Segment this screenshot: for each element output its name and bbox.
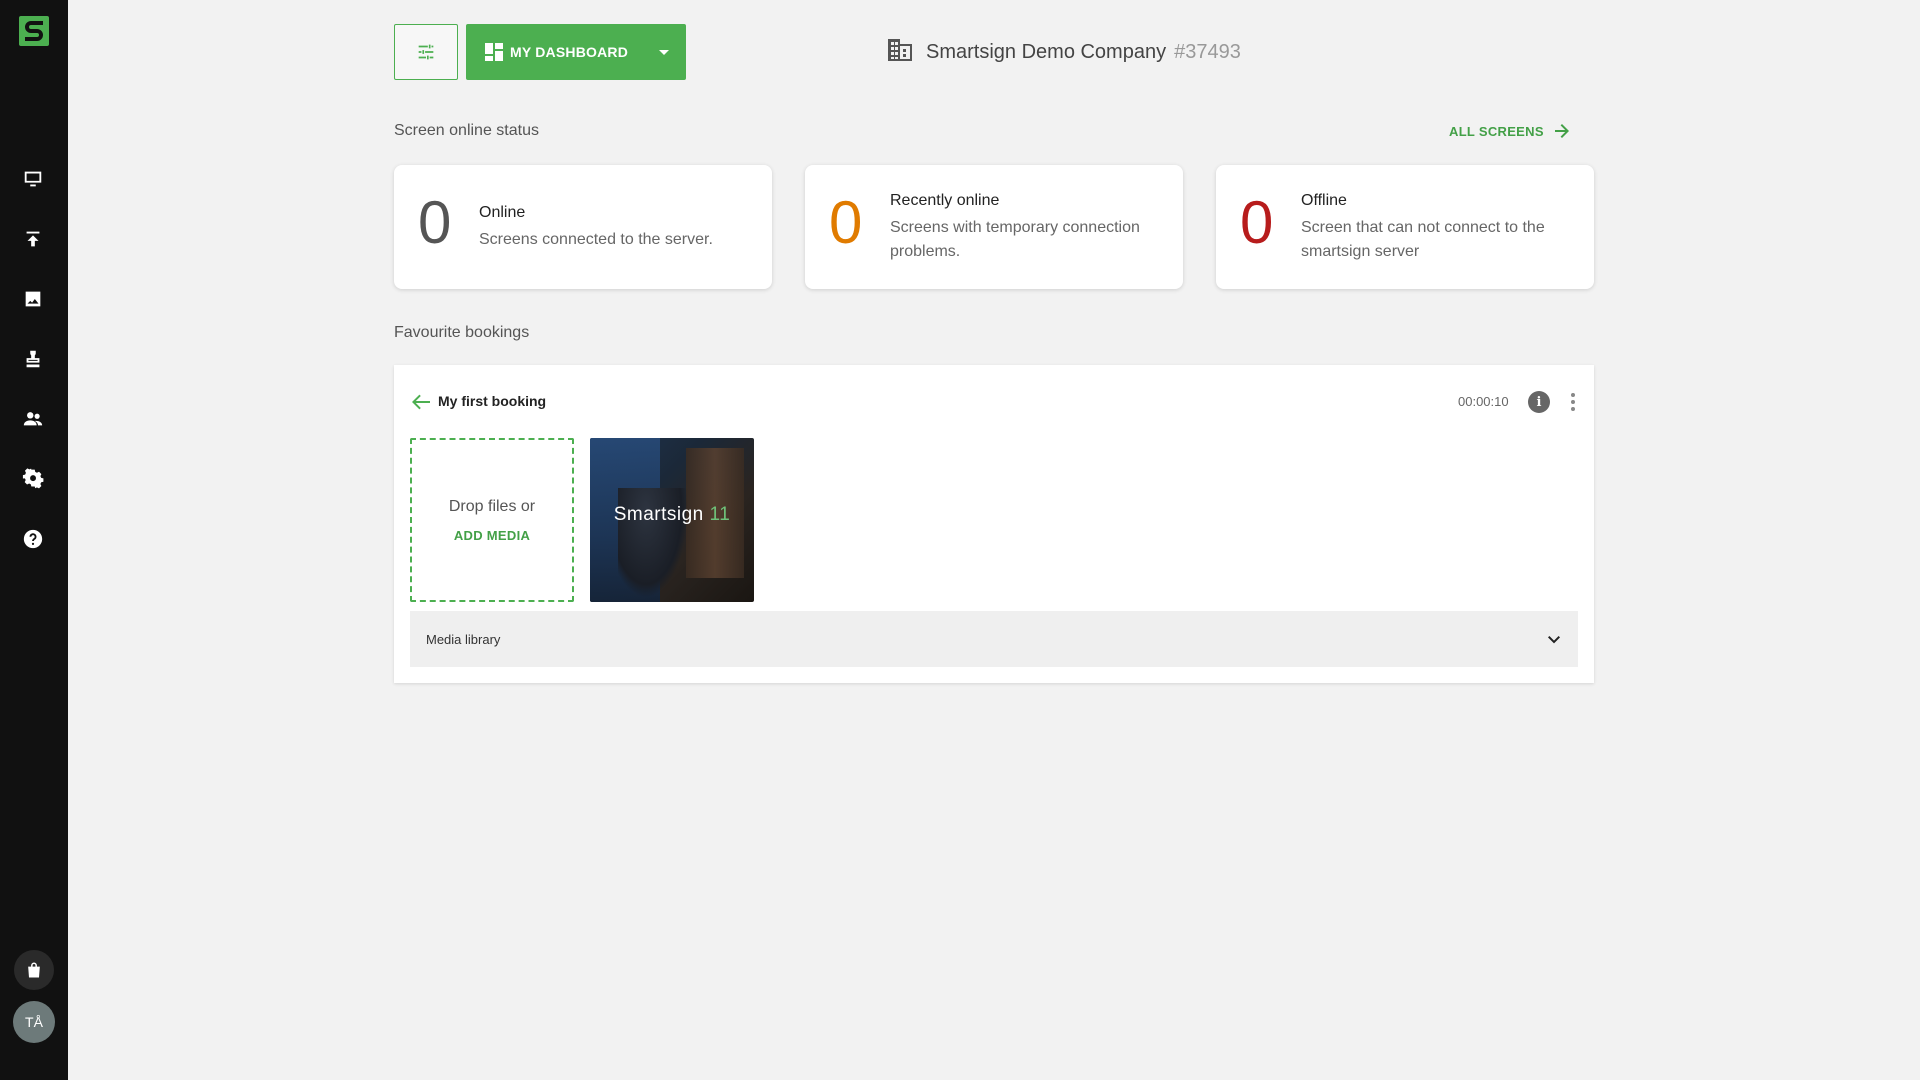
filter-button[interactable] xyxy=(394,24,458,80)
image-icon xyxy=(25,291,41,307)
back-arrow-icon[interactable] xyxy=(410,391,432,413)
booking-duration: 00:00:10 xyxy=(1458,394,1509,409)
offline-description: Screen that can not connect to the smart… xyxy=(1301,219,1545,260)
store-button[interactable] xyxy=(14,950,54,990)
chevron-down-icon xyxy=(1544,629,1564,649)
online-count: 0 xyxy=(418,189,452,256)
all-screens-link[interactable]: ALL SCREENS xyxy=(1449,118,1572,144)
add-media-button[interactable]: ADD MEDIA xyxy=(454,528,530,543)
thumbnail-brand-name: Smartsign xyxy=(613,504,704,525)
recently-online-count: 0 xyxy=(829,189,863,256)
sidebar-item-settings[interactable] xyxy=(20,466,46,492)
gear-icon xyxy=(22,468,44,489)
sidebar-item-publish[interactable] xyxy=(20,226,46,252)
avatar[interactable]: TÅ xyxy=(13,1001,55,1043)
favourites-section-title: Favourite bookings xyxy=(394,324,530,341)
dashboard-icon xyxy=(484,42,504,62)
shopping-bag-icon xyxy=(28,962,40,978)
dropzone-text: Drop files or xyxy=(448,497,536,515)
upload-icon xyxy=(26,231,40,247)
arrow-right-icon xyxy=(1554,124,1569,138)
sliders-icon xyxy=(418,44,434,60)
booking-title[interactable]: My first booking xyxy=(438,393,546,409)
media-thumbnail[interactable]: Smartsign 11 xyxy=(590,438,754,602)
more-vert-icon[interactable] xyxy=(1562,391,1584,413)
sidebar-item-users[interactable] xyxy=(20,406,46,432)
info-icon[interactable]: i xyxy=(1528,391,1550,413)
offline-title: Offline xyxy=(1301,192,1347,209)
media-dropzone[interactable]: Drop files or ADD MEDIA xyxy=(410,438,574,602)
status-section-title: Screen online status xyxy=(394,122,539,139)
caret-down-icon[interactable] xyxy=(652,24,676,80)
people-icon xyxy=(23,412,43,426)
dashboard-selector-button[interactable]: MY DASHBOARD xyxy=(466,24,686,80)
thumbnail-brand-version: 11 xyxy=(709,504,731,525)
sidebar-item-screens[interactable] xyxy=(20,166,46,192)
sidebar-item-bookings[interactable] xyxy=(20,346,46,372)
booking-panel: My first booking 00:00:10 i Drop files o… xyxy=(394,365,1594,683)
offline-count: 0 xyxy=(1240,189,1274,256)
online-description: Screens connected to the server. xyxy=(479,231,713,248)
sidebar-item-media[interactable] xyxy=(20,286,46,312)
recently-online-description: Screens with temporary connection proble… xyxy=(890,219,1140,260)
status-card-online[interactable]: 0 Online Screens connected to the server… xyxy=(394,165,772,289)
online-title: Online xyxy=(479,204,526,221)
recently-online-title: Recently online xyxy=(890,192,1000,209)
all-screens-label: ALL SCREENS xyxy=(1449,123,1544,139)
company-name: Smartsign Demo Company xyxy=(926,40,1167,63)
smartsign-logo-icon xyxy=(25,21,43,41)
stamp-icon xyxy=(26,350,40,368)
company-header: Smartsign Demo Company #37493 xyxy=(886,36,1241,68)
building-icon xyxy=(886,36,914,69)
thumbnail-brand: Smartsign 11 xyxy=(590,504,754,526)
media-library-accordion[interactable]: Media library xyxy=(410,611,1578,667)
dashboard-label: MY DASHBOARD xyxy=(510,44,629,60)
sidebar-item-help[interactable] xyxy=(20,526,46,552)
logo[interactable] xyxy=(19,16,49,46)
sidebar: TÅ xyxy=(0,0,68,1080)
status-card-offline[interactable]: 0 Offline Screen that can not connect to… xyxy=(1216,165,1594,289)
monitor-icon xyxy=(24,171,42,187)
status-card-recently-online[interactable]: 0 Recently online Screens with temporary… xyxy=(805,165,1183,289)
media-library-label: Media library xyxy=(426,631,501,647)
help-icon xyxy=(23,529,43,549)
company-id: #37493 xyxy=(1174,40,1241,63)
